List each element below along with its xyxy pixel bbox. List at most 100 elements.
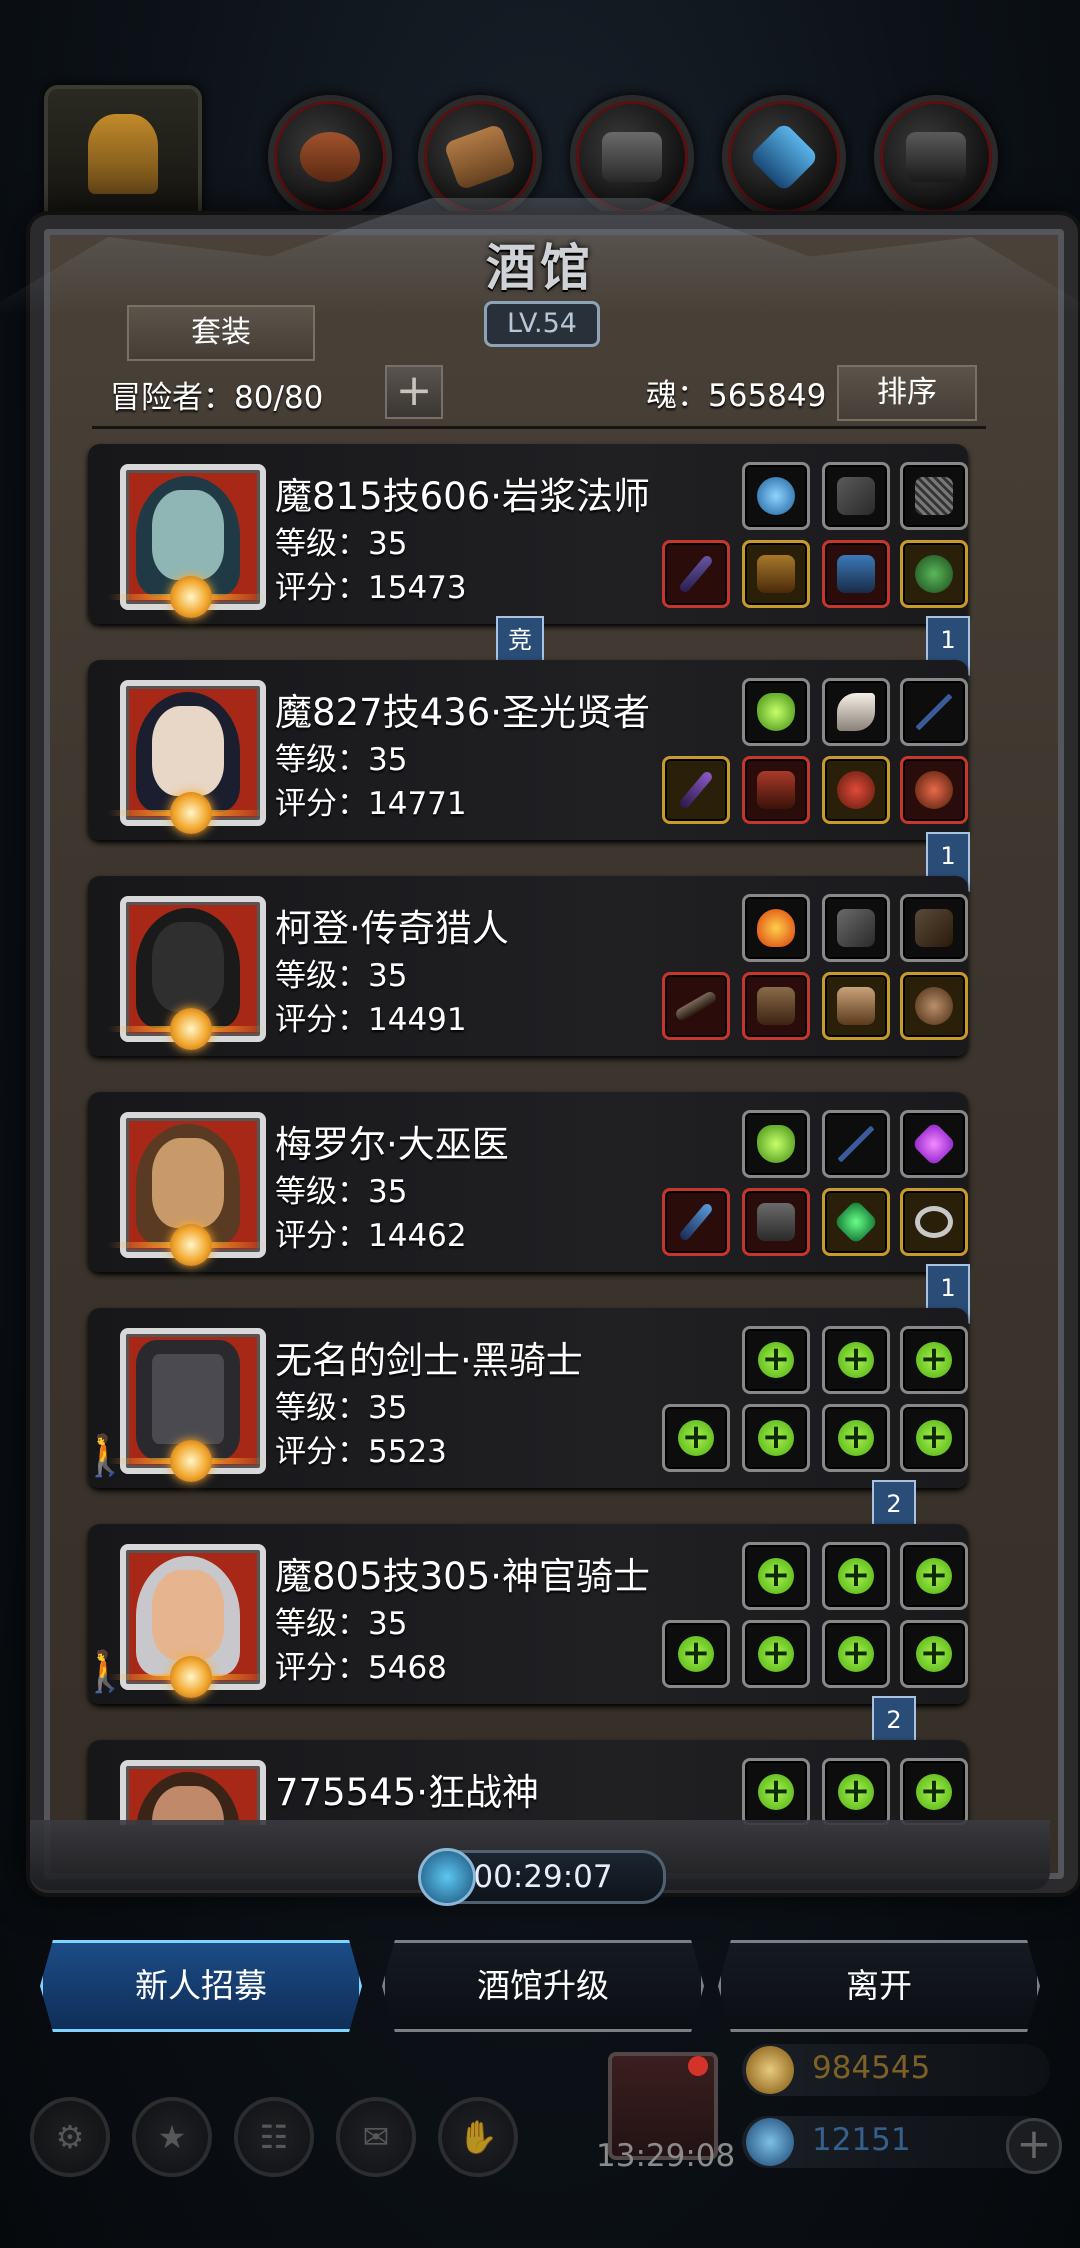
- add-equipment-icon: +: [838, 1636, 874, 1672]
- equip-slot[interactable]: [662, 756, 730, 824]
- empty-equip-slot[interactable]: +: [900, 1758, 968, 1825]
- equip-slot[interactable]: [662, 972, 730, 1040]
- equip-slot[interactable]: [742, 972, 810, 1040]
- equip-slot[interactable]: [742, 462, 810, 530]
- suit-button[interactable]: 套装: [127, 305, 315, 361]
- equip-slot[interactable]: [742, 1110, 810, 1178]
- wand-icon: [678, 1201, 714, 1243]
- empty-equip-slot[interactable]: +: [900, 1404, 968, 1472]
- hero-card[interactable]: 柯登·传奇猎人 等级：35 评分：14491: [88, 876, 968, 1056]
- hero-card[interactable]: 魔815技606·岩浆法师 等级：35 评分：15473: [88, 444, 968, 624]
- hero-level: 等级：35: [275, 526, 408, 562]
- add-equipment-icon: +: [758, 1558, 794, 1594]
- empty-equip-slot[interactable]: +: [662, 1620, 730, 1688]
- empty-equip-slot[interactable]: +: [742, 1326, 810, 1394]
- hero-tab[interactable]: [44, 85, 202, 223]
- hero-score: 评分：14771: [275, 786, 467, 822]
- equip-slot[interactable]: [822, 462, 890, 530]
- equip-slot[interactable]: [822, 1188, 890, 1256]
- bulletin-icon[interactable]: ☷: [234, 2097, 314, 2177]
- equip-slot[interactable]: [742, 678, 810, 746]
- handshake-icon[interactable]: ✋: [438, 2097, 518, 2177]
- settings-icon[interactable]: ⚙: [30, 2097, 110, 2177]
- empty-equip-slot[interactable]: +: [662, 1404, 730, 1472]
- add-equipment-icon: +: [678, 1420, 714, 1456]
- leather-tab[interactable]: [268, 95, 392, 219]
- mail-icon[interactable]: ✉: [336, 2097, 416, 2177]
- equip-slot[interactable]: [900, 894, 968, 962]
- empty-equip-slot[interactable]: +: [742, 1620, 810, 1688]
- equip-slot[interactable]: [742, 1188, 810, 1256]
- purple-crystal-icon: [911, 1121, 957, 1167]
- equip-slot[interactable]: [900, 678, 968, 746]
- equip-slot[interactable]: [742, 756, 810, 824]
- recruit-button[interactable]: 新人招募: [40, 1940, 362, 2032]
- hero-card[interactable]: 775545·狂战神 + + +: [88, 1740, 968, 1825]
- crystal-tab[interactable]: [722, 95, 846, 219]
- equip-slot[interactable]: [900, 462, 968, 530]
- sort-button[interactable]: 排序: [837, 365, 977, 421]
- equip-slot[interactable]: [662, 1188, 730, 1256]
- hero-level: 等级：35: [275, 1174, 408, 1210]
- hero-level: 等级：35: [275, 958, 408, 994]
- empty-equip-slot[interactable]: +: [822, 1404, 890, 1472]
- empty-equip-slot[interactable]: +: [822, 1542, 890, 1610]
- add-equipment-icon: +: [758, 1636, 794, 1672]
- star-rank-icon: [170, 1440, 212, 1482]
- hero-list[interactable]: 魔815技606·岩浆法师 等级：35 评分：15473 竞 1 魔827技43…: [60, 440, 1010, 1825]
- hero-card[interactable]: 无名的剑士·黑骑士 等级：35 评分：5523 + + + + + + +: [88, 1308, 968, 1488]
- add-equipment-icon: +: [916, 1558, 952, 1594]
- empty-equip-slot[interactable]: +: [822, 1620, 890, 1688]
- tavern-level-badge: LV.54: [484, 301, 600, 347]
- hero-level: 等级：35: [275, 1390, 408, 1426]
- equip-slot[interactable]: [822, 678, 890, 746]
- hero-portrait[interactable]: [120, 1760, 266, 1825]
- empty-equip-slot[interactable]: +: [742, 1542, 810, 1610]
- equip-slot[interactable]: [822, 894, 890, 962]
- add-currency-button[interactable]: +: [1006, 2118, 1062, 2174]
- steel-icon: [906, 132, 966, 182]
- empty-equip-slot[interactable]: +: [742, 1404, 810, 1472]
- hero-card[interactable]: 梅罗尔·大巫医 等级：35 评分：14462: [88, 1092, 968, 1272]
- equip-slot[interactable]: [822, 1110, 890, 1178]
- gold-coin-icon: [746, 2046, 794, 2094]
- equip-slot[interactable]: [742, 894, 810, 962]
- empty-equip-slot[interactable]: +: [822, 1758, 890, 1825]
- equip-slot[interactable]: [742, 540, 810, 608]
- equip-slot[interactable]: [900, 1188, 968, 1256]
- equip-slot[interactable]: [900, 540, 968, 608]
- gold-value: 984545: [812, 2050, 931, 2086]
- equip-slot[interactable]: [900, 1110, 968, 1178]
- page-title: 酒馆: [486, 238, 594, 297]
- gauntlet-icon: [837, 555, 875, 593]
- star-icon[interactable]: ★: [132, 2097, 212, 2177]
- star-rank-icon: [170, 1224, 212, 1266]
- equip-slot[interactable]: [900, 756, 968, 824]
- steel-tab[interactable]: [874, 95, 998, 219]
- hero-card[interactable]: 魔827技436·圣光贤者 等级：35 评分：14771: [88, 660, 968, 840]
- add-equipment-icon: +: [758, 1342, 794, 1378]
- empty-equip-slot[interactable]: +: [900, 1542, 968, 1610]
- equip-slot[interactable]: [822, 756, 890, 824]
- hooded-hero-icon: [88, 114, 158, 194]
- equip-slot[interactable]: [662, 540, 730, 608]
- string-icon: [837, 1125, 875, 1163]
- hero-name: 魔827技436·圣光贤者: [275, 691, 651, 734]
- notification-dot-icon: [688, 2056, 708, 2076]
- empty-equip-slot[interactable]: +: [900, 1326, 968, 1394]
- equip-slot[interactable]: [822, 972, 890, 1040]
- hero-card[interactable]: 魔805技305·神官骑士 等级：35 评分：5468 + + + + + + …: [88, 1524, 968, 1704]
- feather-icon: [837, 693, 875, 731]
- equip-slot[interactable]: [900, 972, 968, 1040]
- empty-equip-slot[interactable]: +: [822, 1326, 890, 1394]
- equip-slot[interactable]: [822, 540, 890, 608]
- tavern-upgrade-button[interactable]: 酒馆升级: [382, 1940, 704, 2032]
- add-adventurer-slot-button[interactable]: +: [385, 365, 443, 419]
- belt-icon: [915, 909, 953, 947]
- emerald-icon: [833, 1199, 879, 1245]
- empty-equip-slot[interactable]: +: [900, 1620, 968, 1688]
- add-equipment-icon: +: [838, 1558, 874, 1594]
- leave-button[interactable]: 离开: [718, 1940, 1040, 2032]
- empty-equip-slot[interactable]: +: [742, 1758, 810, 1825]
- hero-score: 评分：14462: [275, 1218, 467, 1254]
